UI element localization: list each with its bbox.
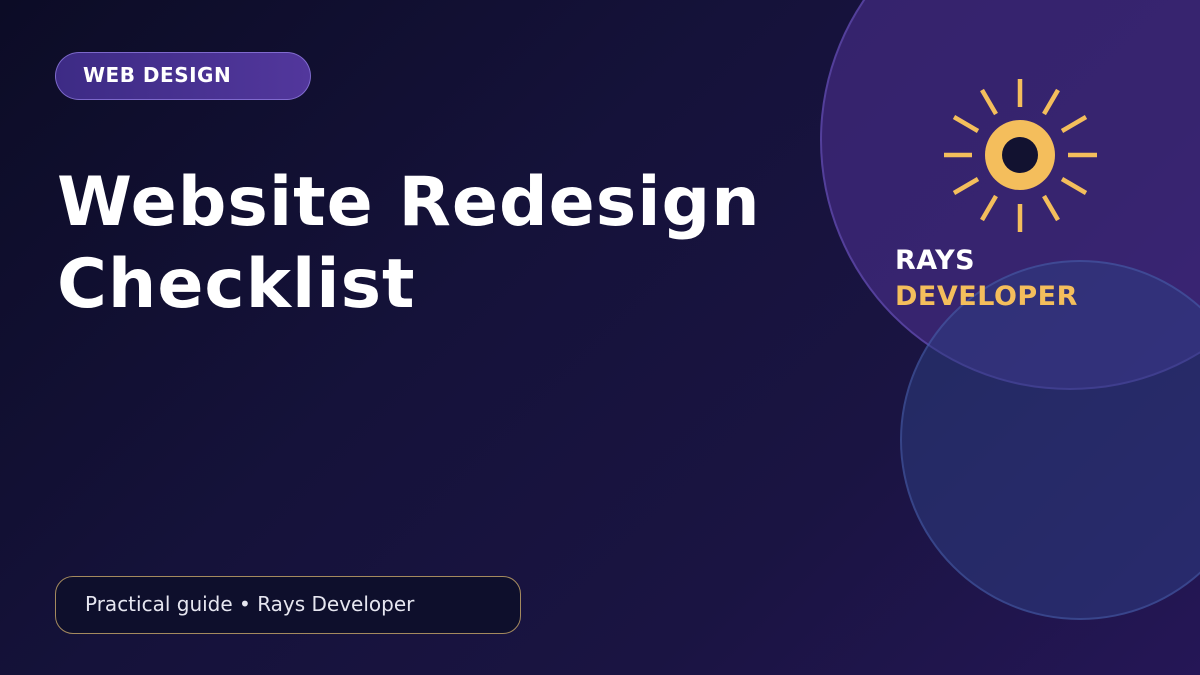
category-badge: WEB DESIGN [55, 52, 311, 100]
thumbnail-canvas: WEB DESIGN Website Redesign Checklist Pr… [0, 0, 1200, 675]
footer-caption: Practical guide • Rays Developer [55, 576, 521, 634]
category-badge-label: WEB DESIGN [83, 63, 232, 87]
page-title-line-1: Website Redesign [57, 163, 761, 242]
brand-name-developer: DEVELOPER [895, 281, 1078, 312]
brand-name-rays: RAYS [895, 245, 976, 276]
page-title: Website Redesign Checklist [57, 162, 761, 326]
sun-icon [944, 79, 1097, 232]
page-title-line-2: Checklist [57, 245, 416, 324]
footer-caption-text: Practical guide • Rays Developer [85, 592, 415, 616]
